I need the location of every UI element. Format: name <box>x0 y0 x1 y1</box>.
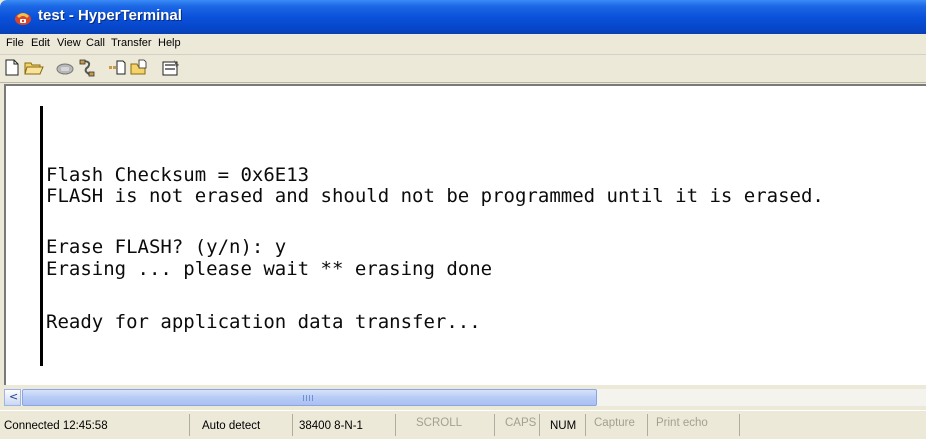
toolbar <box>0 55 926 83</box>
properties-icon <box>162 60 179 76</box>
status-capture-text: Capture <box>594 417 635 429</box>
window-title: test - HyperTerminal <box>38 7 182 24</box>
hyperterminal-phone-icon <box>15 13 31 25</box>
terminal-line-erasing: Erasing ... please wait ** erasing done <box>46 258 493 280</box>
terminal-line-ready: Ready for application data transfer... <box>46 311 481 333</box>
status-settings-text: 38400 8-N-1 <box>299 420 363 432</box>
chevron-left-icon: < <box>9 390 19 403</box>
status-detect-text: Auto detect <box>202 420 261 432</box>
status-print-echo-text: Print echo <box>656 417 708 429</box>
menu-view[interactable]: View <box>57 37 81 49</box>
menu-help[interactable]: Help <box>158 37 181 49</box>
phone-icon <box>56 63 74 75</box>
terminal-screen[interactable]: Flash Checksum = 0x6E13 FLASH is not era… <box>4 84 926 385</box>
horizontal-scrollbar[interactable]: < <box>4 389 926 406</box>
open-button[interactable] <box>22 58 44 78</box>
status-connected-text: Connected 12:45:58 <box>4 420 108 432</box>
hyperterminal-window: test - HyperTerminal File Edit View Call… <box>0 0 926 439</box>
scrollbar-thumb[interactable] <box>22 389 597 406</box>
status-caps: CAPS <box>495 414 540 436</box>
new-connection-button[interactable] <box>2 58 24 78</box>
terminal-line-checksum: Flash Checksum = 0x6E13 <box>46 164 310 186</box>
terminal-cursor-bar <box>40 106 43 366</box>
status-capture: Capture <box>586 414 648 436</box>
new-document-icon <box>5 59 19 76</box>
status-detect: Auto detect <box>190 414 293 436</box>
status-caps-text: CAPS <box>505 417 537 429</box>
send-file-icon <box>109 60 126 75</box>
menu-bar: File Edit View Call Transfer Help <box>0 34 926 55</box>
status-num: NUM <box>540 414 586 436</box>
menu-file[interactable]: File <box>6 37 24 49</box>
status-settings: 38400 8-N-1 <box>293 414 396 436</box>
title-bar[interactable]: test - HyperTerminal <box>0 0 926 34</box>
receive-button[interactable] <box>128 58 150 78</box>
disconnect-button[interactable] <box>76 58 98 78</box>
status-bar: Connected 12:45:58 Auto detect 38400 8-N… <box>0 410 926 439</box>
menu-call[interactable]: Call <box>86 37 105 49</box>
disconnect-icon <box>79 59 95 77</box>
status-scroll: SCROLL <box>396 414 495 436</box>
properties-button[interactable] <box>160 58 182 78</box>
terminal-line-erase-prompt: Erase FLASH? (y/n): y <box>46 236 287 258</box>
send-button[interactable] <box>106 58 128 78</box>
status-print-echo: Print echo <box>648 414 740 436</box>
scrollbar-grip <box>303 395 313 401</box>
status-scroll-text: SCROLL <box>416 417 463 429</box>
open-folder-icon <box>24 62 44 75</box>
menu-transfer[interactable]: Transfer <box>111 37 152 49</box>
receive-file-icon <box>130 59 147 75</box>
menu-edit[interactable]: Edit <box>31 37 50 49</box>
call-button[interactable] <box>54 58 76 78</box>
status-num-text: NUM <box>550 420 577 432</box>
terminal-line-not-erased: FLASH is not erased and should not be pr… <box>46 185 824 207</box>
scroll-left-button[interactable]: < <box>4 389 21 406</box>
status-connected: Connected 12:45:58 <box>0 414 190 436</box>
